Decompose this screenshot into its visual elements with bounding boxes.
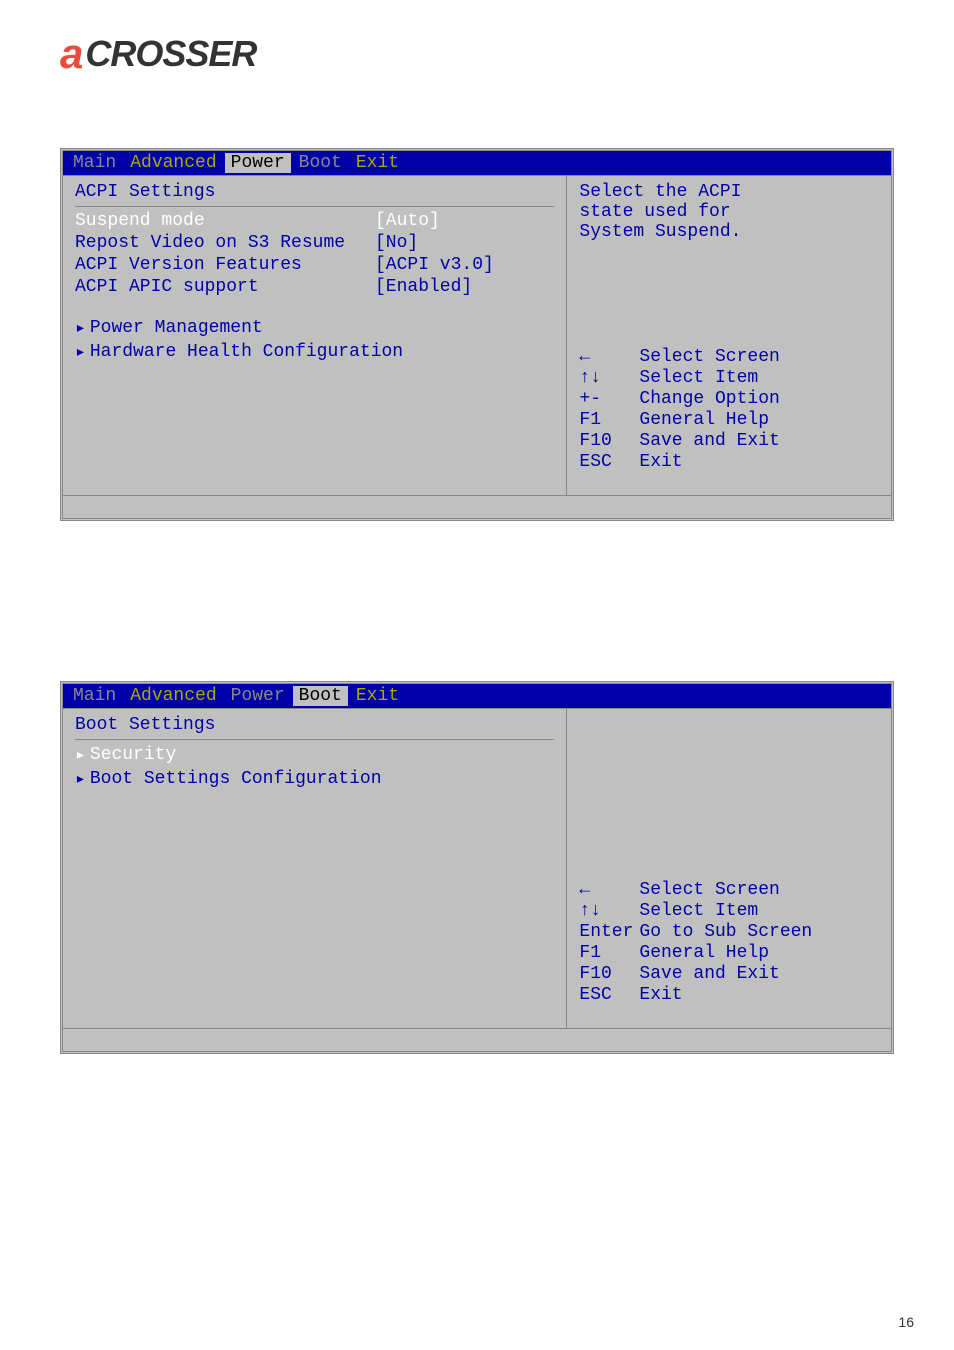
setting-value: [Auto] [375, 211, 440, 231]
setting-label: ACPI Version Features [75, 255, 375, 275]
setting-repost-video[interactable]: Repost Video on S3 Resume [No] [75, 233, 554, 253]
setting-acpi-version[interactable]: ACPI Version Features [ACPI v3.0] [75, 255, 554, 275]
tab-main[interactable]: Main [67, 153, 122, 173]
bios-window-boot: Main Advanced Power Boot Exit Boot Setti… [60, 681, 894, 1054]
logo-area: a CROSSER [0, 0, 954, 108]
section-title: Boot Settings [75, 715, 554, 735]
bios-tabs: Main Advanced Power Boot Exit [63, 684, 891, 708]
submenu-hardware-health[interactable]: ▸ Hardware Health Configuration [75, 341, 554, 363]
divider [75, 206, 554, 207]
help-line: System Suspend. [579, 222, 879, 242]
tab-main[interactable]: Main [67, 686, 122, 706]
tab-boot[interactable]: Boot [293, 686, 348, 706]
tab-advanced[interactable]: Advanced [124, 153, 222, 173]
tab-boot[interactable]: Boot [293, 153, 348, 173]
tab-exit[interactable]: Exit [350, 686, 405, 706]
key-hint: F10Save and Exit [579, 431, 879, 451]
help-line: state used for [579, 202, 879, 222]
bios-left-panel: Boot Settings ▸ Security ▸ Boot Settings… [63, 708, 566, 1028]
key-hint: ←Select Screen [579, 347, 879, 367]
submenu-label: Hardware Health Configuration [90, 342, 403, 362]
submenu-label: Boot Settings Configuration [90, 769, 382, 789]
tab-advanced[interactable]: Advanced [124, 686, 222, 706]
divider [75, 739, 554, 740]
key-hint: ←Select Screen [579, 880, 879, 900]
bios-left-panel: ACPI Settings Suspend mode [Auto] Repost… [63, 175, 566, 495]
key-hint: ↑↓Select Item [579, 901, 879, 921]
tab-exit[interactable]: Exit [350, 153, 405, 173]
key-hint: F10Save and Exit [579, 964, 879, 984]
key-hint: EnterGo to Sub Screen [579, 922, 879, 942]
submenu-label: Power Management [90, 318, 263, 338]
arrow-right-icon: ▸ [75, 341, 86, 363]
bios-window-power: Main Advanced Power Boot Exit ACPI Setti… [60, 148, 894, 521]
arrow-right-icon: ▸ [75, 744, 86, 766]
bios-footer [63, 495, 891, 518]
key-hint: ESCExit [579, 985, 879, 1005]
key-hint: +-Change Option [579, 389, 879, 409]
tab-power[interactable]: Power [225, 686, 291, 706]
bios-right-panel: Select the ACPI state used for System Su… [566, 175, 891, 495]
key-hint: ESCExit [579, 452, 879, 472]
logo-letter: a [60, 30, 83, 78]
key-hint: F1General Help [579, 410, 879, 430]
setting-acpi-apic[interactable]: ACPI APIC support [Enabled] [75, 277, 554, 297]
setting-label: Suspend mode [75, 211, 375, 231]
arrow-right-icon: ▸ [75, 768, 86, 790]
submenu-label: Security [90, 745, 176, 765]
key-hints: ←Select Screen ↑↓Select Item +-Change Op… [579, 346, 879, 489]
arrow-right-icon: ▸ [75, 317, 86, 339]
help-text: Select the ACPI state used for System Su… [579, 182, 879, 242]
section-title: ACPI Settings [75, 182, 554, 202]
setting-label: Repost Video on S3 Resume [75, 233, 375, 253]
setting-suspend-mode[interactable]: Suspend mode [Auto] [75, 211, 554, 231]
key-hints: ←Select Screen ↑↓Select Item EnterGo to … [579, 879, 879, 1022]
help-line: Select the ACPI [579, 182, 879, 202]
key-hint: ↑↓Select Item [579, 368, 879, 388]
setting-label: ACPI APIC support [75, 277, 375, 297]
bios-tabs: Main Advanced Power Boot Exit [63, 151, 891, 175]
submenu-security[interactable]: ▸ Security [75, 744, 554, 766]
page-number: 16 [898, 1314, 914, 1330]
submenu-power-management[interactable]: ▸ Power Management [75, 317, 554, 339]
logo-text: CROSSER [85, 33, 256, 75]
bios-right-panel: ←Select Screen ↑↓Select Item EnterGo to … [566, 708, 891, 1028]
setting-value: [Enabled] [375, 277, 472, 297]
logo: a CROSSER [60, 30, 256, 78]
setting-value: [ACPI v3.0] [375, 255, 494, 275]
tab-power[interactable]: Power [225, 153, 291, 173]
submenu-boot-settings-config[interactable]: ▸ Boot Settings Configuration [75, 768, 554, 790]
bios-footer [63, 1028, 891, 1051]
setting-value: [No] [375, 233, 418, 253]
key-hint: F1General Help [579, 943, 879, 963]
